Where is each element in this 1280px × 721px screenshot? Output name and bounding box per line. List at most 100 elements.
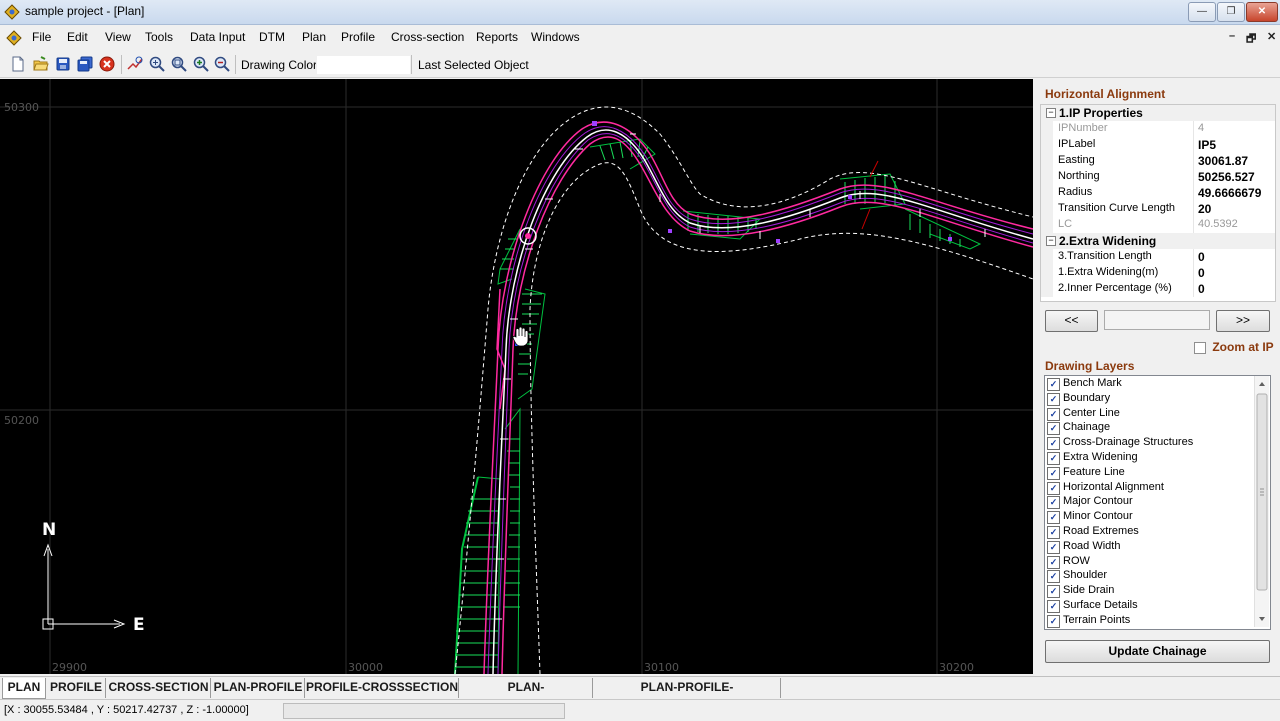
center-line [492,129,1033,674]
grid-label-x: 30000 [348,661,383,674]
checkbox-icon[interactable]: ✓ [1047,600,1060,613]
mdi-restore-button[interactable]: 🗗 [1246,30,1256,49]
north-arrow [42,543,126,630]
tab-plan-profile[interactable]: PLAN-PROFILE [212,678,305,698]
tab-plan-crosssection[interactable]: PLAN-CROSSSECTION [460,678,593,713]
property-row[interactable]: LC 40.5392 [1041,217,1275,233]
tab-profile-crosssection[interactable]: PROFILE-CROSSSECTION [306,678,459,698]
app-menu-icon[interactable] [6,30,22,46]
toolbar-separator [121,55,122,74]
grid-label-x: 29900 [52,661,87,674]
property-row[interactable]: Radius 49.6666679 [1041,185,1275,201]
menu-tools[interactable]: Tools [145,30,173,44]
property-row[interactable]: 2.Inner Percentage (%) 0 [1041,281,1275,297]
zoom-in-icon[interactable] [192,55,210,73]
zoom-out-icon[interactable] [213,55,231,73]
checkbox-icon[interactable]: ✓ [1047,496,1060,509]
close-button[interactable]: ✕ [1246,2,1278,22]
mdi-minimize-button[interactable]: – [1229,30,1235,42]
checkbox-icon[interactable]: ✓ [1047,437,1060,450]
save-all-icon[interactable] [76,55,94,73]
menu-cross-section[interactable]: Cross-section [391,30,464,44]
property-row[interactable]: 1.Extra Widening(m) 0 [1041,265,1275,281]
checkbox-icon[interactable]: ✓ [1047,511,1060,524]
plan-canvas[interactable]: 50300 50200 29900 30000 30100 30200 N E [0,79,1033,674]
menu-plan[interactable]: Plan [302,30,326,44]
title-bar: sample project - [Plan] — ❐ ✕ [0,0,1280,25]
checkbox-icon[interactable]: ✓ [1047,526,1060,539]
window-title: sample project - [Plan] [25,4,145,18]
progress-bar [283,703,565,719]
checkbox-icon[interactable]: ✓ [1047,482,1060,495]
tab-plan[interactable]: PLAN [2,678,46,699]
category-extra-widening[interactable]: − 2.Extra Widening [1041,233,1275,249]
last-selected-object-label: Last Selected Object [418,58,529,72]
checkbox-icon[interactable]: ✓ [1047,570,1060,583]
menu-data-input[interactable]: Data Input [190,30,245,44]
grid-lines [0,79,1033,674]
update-chainage-button[interactable]: Update Chainage [1045,640,1270,663]
ip-navigator-field[interactable] [1104,310,1210,330]
open-icon[interactable] [32,55,50,73]
property-grid[interactable]: − 1.IP Properties IPNumber 4 IPLabel IP5 E… [1040,104,1276,302]
checkbox-icon[interactable]: ✓ [1047,378,1060,391]
row-ticks [861,160,879,230]
drawing-color-label: Drawing Color [241,58,318,72]
tab-cross-section[interactable]: CROSS-SECTION [107,678,211,698]
close-red-icon[interactable] [98,55,116,73]
property-row[interactable]: Transition Curve Length 20 [1041,201,1275,217]
zoom-at-ip-check[interactable] [1194,341,1206,354]
menu-windows[interactable]: Windows [531,30,580,44]
drawing-color-box[interactable] [316,55,411,75]
checkbox-icon[interactable]: ✓ [1047,585,1060,598]
checkbox-icon[interactable]: ✓ [1047,467,1060,480]
plan-drawing[interactable]: 50300 50200 29900 30000 30100 30200 N E [0,79,1033,674]
grid-label-y: 50200 [4,414,39,427]
property-row[interactable]: Northing 50256.527 [1041,169,1275,185]
minimize-button[interactable]: — [1188,2,1216,22]
mdi-close-button[interactable]: ✕ [1267,30,1276,43]
menu-view[interactable]: View [105,30,131,44]
menu-file[interactable]: File [32,30,51,44]
property-row[interactable]: 3.Transition Length 0 [1041,249,1275,265]
road-extremes [454,106,1033,674]
checkbox-icon[interactable]: ✓ [1047,422,1060,435]
checkbox-icon[interactable]: ✓ [1047,452,1060,465]
toolbar-separator [235,55,236,74]
checkbox-icon[interactable]: ✓ [1047,393,1060,406]
maximize-button[interactable]: ❐ [1217,2,1245,22]
drawing-layers-title: Drawing Layers [1045,359,1135,373]
scroll-up-icon [1259,382,1265,386]
tab-profile[interactable]: PROFILE [47,678,106,698]
property-row[interactable]: IPNumber 4 [1041,121,1275,137]
drawing-layers-list[interactable]: ✓ Bench Mark ✓ Boundary ✓ Center Line ✓ Chai… [1044,375,1271,630]
menu-profile[interactable]: Profile [341,30,375,44]
zoom-extents-icon[interactable] [126,55,144,73]
zoom-previous-icon[interactable] [170,55,188,73]
previous-ip-button[interactable]: << [1045,310,1098,332]
ip-point [525,233,531,239]
zoom-at-ip-checkbox[interactable]: Zoom at IP [1194,340,1274,354]
menu-dtm[interactable]: DTM [259,30,285,44]
menu-reports[interactable]: Reports [476,30,518,44]
save-icon[interactable] [54,55,72,73]
checkbox-icon[interactable]: ✓ [1047,408,1060,421]
collapse-icon[interactable]: − [1046,236,1056,246]
category-ip-properties[interactable]: − 1.IP Properties [1041,105,1275,121]
cursor-coordinates: [X : 30055.53484 , Y : 50217.42737 , Z :… [4,704,249,716]
checkbox-icon[interactable]: ✓ [1047,556,1060,569]
collapse-icon[interactable]: − [1046,108,1056,118]
menu-edit[interactable]: Edit [67,30,88,44]
new-icon[interactable] [9,55,27,73]
grid-label-x: 30200 [939,661,974,674]
layers-scrollbar[interactable] [1254,376,1269,627]
property-row[interactable]: IPLabel IP5 [1041,137,1275,153]
checkbox-icon[interactable]: ✓ [1047,541,1060,554]
checkbox-icon[interactable]: ✓ [1047,615,1060,628]
tab-plan-profile-crosssection[interactable]: PLAN-PROFILE-CROSSSECTION [594,678,781,713]
category-label: 1.IP Properties [1059,106,1143,120]
next-ip-button[interactable]: >> [1216,310,1270,332]
grid-label-y: 50300 [4,101,39,114]
property-row[interactable]: Easting 30061.87 [1041,153,1275,169]
zoom-window-icon[interactable] [148,55,166,73]
